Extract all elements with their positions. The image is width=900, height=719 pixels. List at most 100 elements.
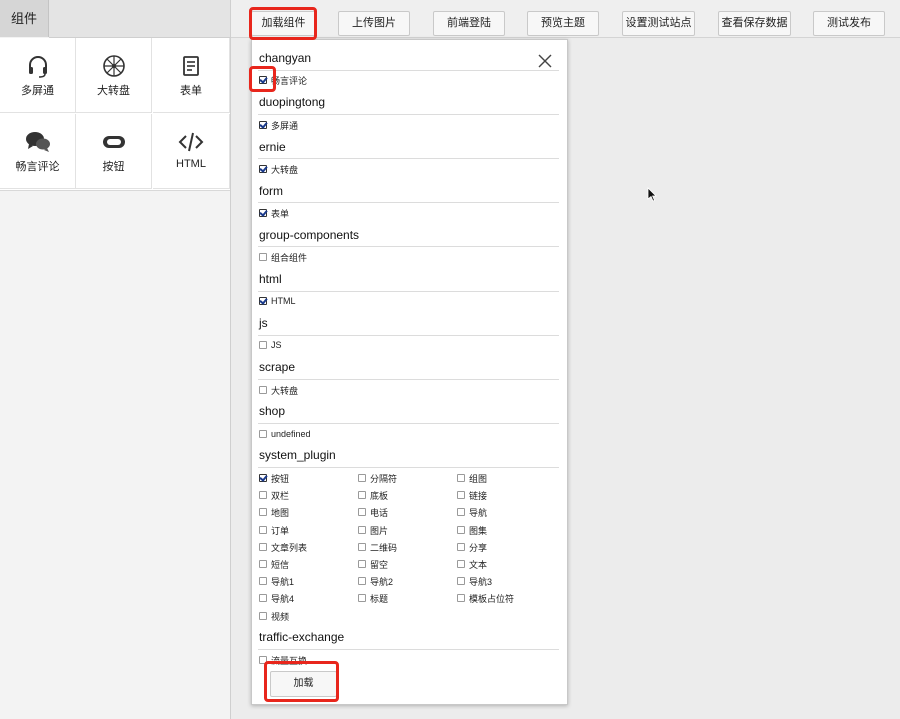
wheel-icon <box>76 54 151 78</box>
checkbox[interactable] <box>259 560 267 568</box>
checkbox[interactable] <box>358 543 366 551</box>
test-publish-button[interactable]: 测试发布 <box>813 11 885 36</box>
section-title: html <box>259 272 282 286</box>
checkbox[interactable] <box>259 297 267 305</box>
headset-icon <box>0 54 75 78</box>
checkbox[interactable] <box>457 508 465 516</box>
checkbox-item[interactable]: 分享 <box>457 540 487 554</box>
checkbox-item[interactable]: 标题 <box>358 591 388 605</box>
divider <box>258 158 559 159</box>
component-label: 多屏通 <box>21 85 54 97</box>
component-label: 表单 <box>180 85 202 97</box>
checkbox-item[interactable]: 分隔符 <box>358 471 397 485</box>
checkbox[interactable] <box>358 474 366 482</box>
set-test-site-button[interactable]: 设置测试站点 <box>622 11 695 36</box>
checkbox-item[interactable]: 导航 <box>457 505 487 519</box>
component-duopingtong[interactable]: 多屏通 <box>0 38 76 113</box>
component-html[interactable]: HTML <box>153 114 230 189</box>
checkbox-item[interactable]: 视频 <box>259 609 289 623</box>
checkbox[interactable] <box>259 508 267 516</box>
component-label: 畅言评论 <box>15 161 60 173</box>
checkbox[interactable] <box>259 577 267 585</box>
checkbox[interactable] <box>457 543 465 551</box>
highlight-box <box>249 66 276 92</box>
checkbox[interactable] <box>358 577 366 585</box>
highlight-box <box>264 661 339 702</box>
preview-theme-button[interactable]: 预览主题 <box>527 11 599 36</box>
section-title: scrape <box>259 360 296 374</box>
checkbox-item[interactable]: undefined <box>259 427 311 441</box>
divider <box>258 246 559 247</box>
checkbox-item[interactable]: 组合组件 <box>259 250 307 264</box>
checkbox-item[interactable]: 大转盘 <box>259 383 298 397</box>
checkbox-item[interactable]: 导航1 <box>259 574 294 588</box>
checkbox[interactable] <box>259 165 267 173</box>
checkbox[interactable] <box>358 560 366 568</box>
section-title: form <box>259 184 283 198</box>
checkbox[interactable] <box>358 526 366 534</box>
checkbox[interactable] <box>259 612 267 620</box>
checkbox-item[interactable]: 留空 <box>358 557 388 571</box>
checkbox[interactable] <box>259 209 267 217</box>
checkbox-item[interactable]: 底板 <box>358 488 388 502</box>
checkbox-item[interactable]: 导航2 <box>358 574 393 588</box>
checkbox-item[interactable]: 按钮 <box>259 471 289 485</box>
checkbox[interactable] <box>457 594 465 602</box>
chat-bubbles-icon <box>0 130 75 154</box>
checkbox[interactable] <box>358 594 366 602</box>
frontend-login-button[interactable]: 前端登陆 <box>433 11 505 36</box>
checkbox[interactable] <box>259 594 267 602</box>
close-icon[interactable] <box>538 54 552 68</box>
tab-components[interactable]: 组件 <box>0 0 49 37</box>
divider <box>258 114 559 115</box>
checkbox[interactable] <box>259 253 267 261</box>
checkbox-item[interactable]: 大转盘 <box>259 162 298 176</box>
checkbox[interactable] <box>358 491 366 499</box>
view-saved-data-button[interactable]: 查看保存数据 <box>718 11 791 36</box>
component-ernie[interactable]: 大转盘 <box>76 38 152 113</box>
checkbox-item[interactable]: 短信 <box>259 557 289 571</box>
divider <box>258 467 559 468</box>
checkbox[interactable] <box>259 121 267 129</box>
checkbox[interactable] <box>259 341 267 349</box>
checkbox-item[interactable]: 电话 <box>358 505 388 519</box>
component-changyan[interactable]: 畅言评论 <box>0 114 76 189</box>
section-title: group-components <box>259 228 360 242</box>
checkbox[interactable] <box>457 560 465 568</box>
checkbox-item[interactable]: 链接 <box>457 488 487 502</box>
section-title: shop <box>259 404 286 418</box>
checkbox[interactable] <box>457 526 465 534</box>
load-components-dialog: changyan 畅言评论 duopingtong 多屏通 ernie 大转盘 … <box>251 39 568 705</box>
checkbox[interactable] <box>259 474 267 482</box>
checkbox-item[interactable]: 地图 <box>259 505 289 519</box>
divider <box>258 335 559 336</box>
checkbox-item[interactable]: 模板占位符 <box>457 591 514 605</box>
checkbox-item[interactable]: 组图 <box>457 471 487 485</box>
upload-image-button[interactable]: 上传图片 <box>338 11 410 36</box>
checkbox[interactable] <box>457 577 465 585</box>
checkbox-item[interactable]: JS <box>259 338 282 352</box>
checkbox-item[interactable]: 表单 <box>259 206 289 220</box>
checkbox-item[interactable]: HTML <box>259 294 296 308</box>
checkbox[interactable] <box>457 491 465 499</box>
checkbox-item[interactable]: 二维码 <box>358 540 397 554</box>
checkbox[interactable] <box>259 491 267 499</box>
checkbox-item[interactable]: 图集 <box>457 523 487 537</box>
checkbox-item[interactable]: 导航3 <box>457 574 492 588</box>
checkbox[interactable] <box>358 508 366 516</box>
checkbox-item[interactable]: 导航4 <box>259 591 294 605</box>
section-title: changyan <box>259 51 312 65</box>
checkbox-item[interactable]: 双栏 <box>259 488 289 502</box>
checkbox-item[interactable]: 多屏通 <box>259 118 298 132</box>
component-form[interactable]: 表单 <box>153 38 230 113</box>
checkbox[interactable] <box>457 474 465 482</box>
checkbox-item[interactable]: 文本 <box>457 557 487 571</box>
checkbox-item[interactable]: 订单 <box>259 523 289 537</box>
component-button[interactable]: 按钮 <box>76 114 152 189</box>
checkbox-item[interactable]: 文章列表 <box>259 540 307 554</box>
checkbox-item[interactable]: 图片 <box>358 523 388 537</box>
checkbox[interactable] <box>259 526 267 534</box>
checkbox[interactable] <box>259 386 267 394</box>
checkbox[interactable] <box>259 543 267 551</box>
checkbox[interactable] <box>259 430 267 438</box>
